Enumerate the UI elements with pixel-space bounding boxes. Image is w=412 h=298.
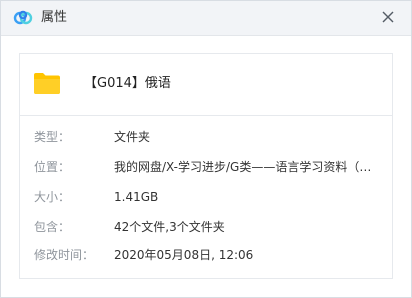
property-row-type: 类型： 文件夹: [20, 126, 392, 148]
properties-dialog: 属性 【G014】俄语 类型： 文件夹 位置： 我的网盘/X-学习进步/G类——…: [0, 0, 412, 298]
property-value: 1.41GB: [114, 190, 159, 204]
baidu-netdisk-icon: [13, 10, 33, 26]
property-row-modified: 修改时间： 2020年05月08日, 12:06: [20, 244, 392, 266]
property-value: 2020年05月08日, 12:06: [114, 248, 254, 262]
file-header: 【G014】俄语: [20, 54, 392, 116]
property-row-location: 位置： 我的网盘/X-学习进步/G类——语言学习资料（…: [20, 156, 392, 178]
title-bar[interactable]: 属性: [1, 1, 411, 36]
property-label: 大小：: [34, 190, 71, 204]
property-value: 文件夹: [114, 130, 151, 144]
folder-icon: [30, 66, 64, 100]
property-label: 类型：: [34, 130, 71, 144]
property-label: 位置：: [34, 160, 71, 174]
file-name: 【G014】俄语: [84, 76, 171, 91]
properties-panel: 【G014】俄语 类型： 文件夹 位置： 我的网盘/X-学习进步/G类——语言学…: [19, 53, 393, 279]
property-value: 42个文件,3个文件夹: [114, 220, 225, 234]
property-value[interactable]: 我的网盘/X-学习进步/G类——语言学习资料（…: [114, 156, 371, 178]
close-icon[interactable]: [379, 8, 397, 26]
property-label: 修改时间：: [34, 248, 95, 262]
property-row-size: 大小： 1.41GB: [20, 186, 392, 208]
property-row-contains: 包含： 42个文件,3个文件夹: [20, 216, 392, 238]
property-label: 包含：: [34, 220, 71, 234]
dialog-title: 属性: [41, 10, 68, 25]
